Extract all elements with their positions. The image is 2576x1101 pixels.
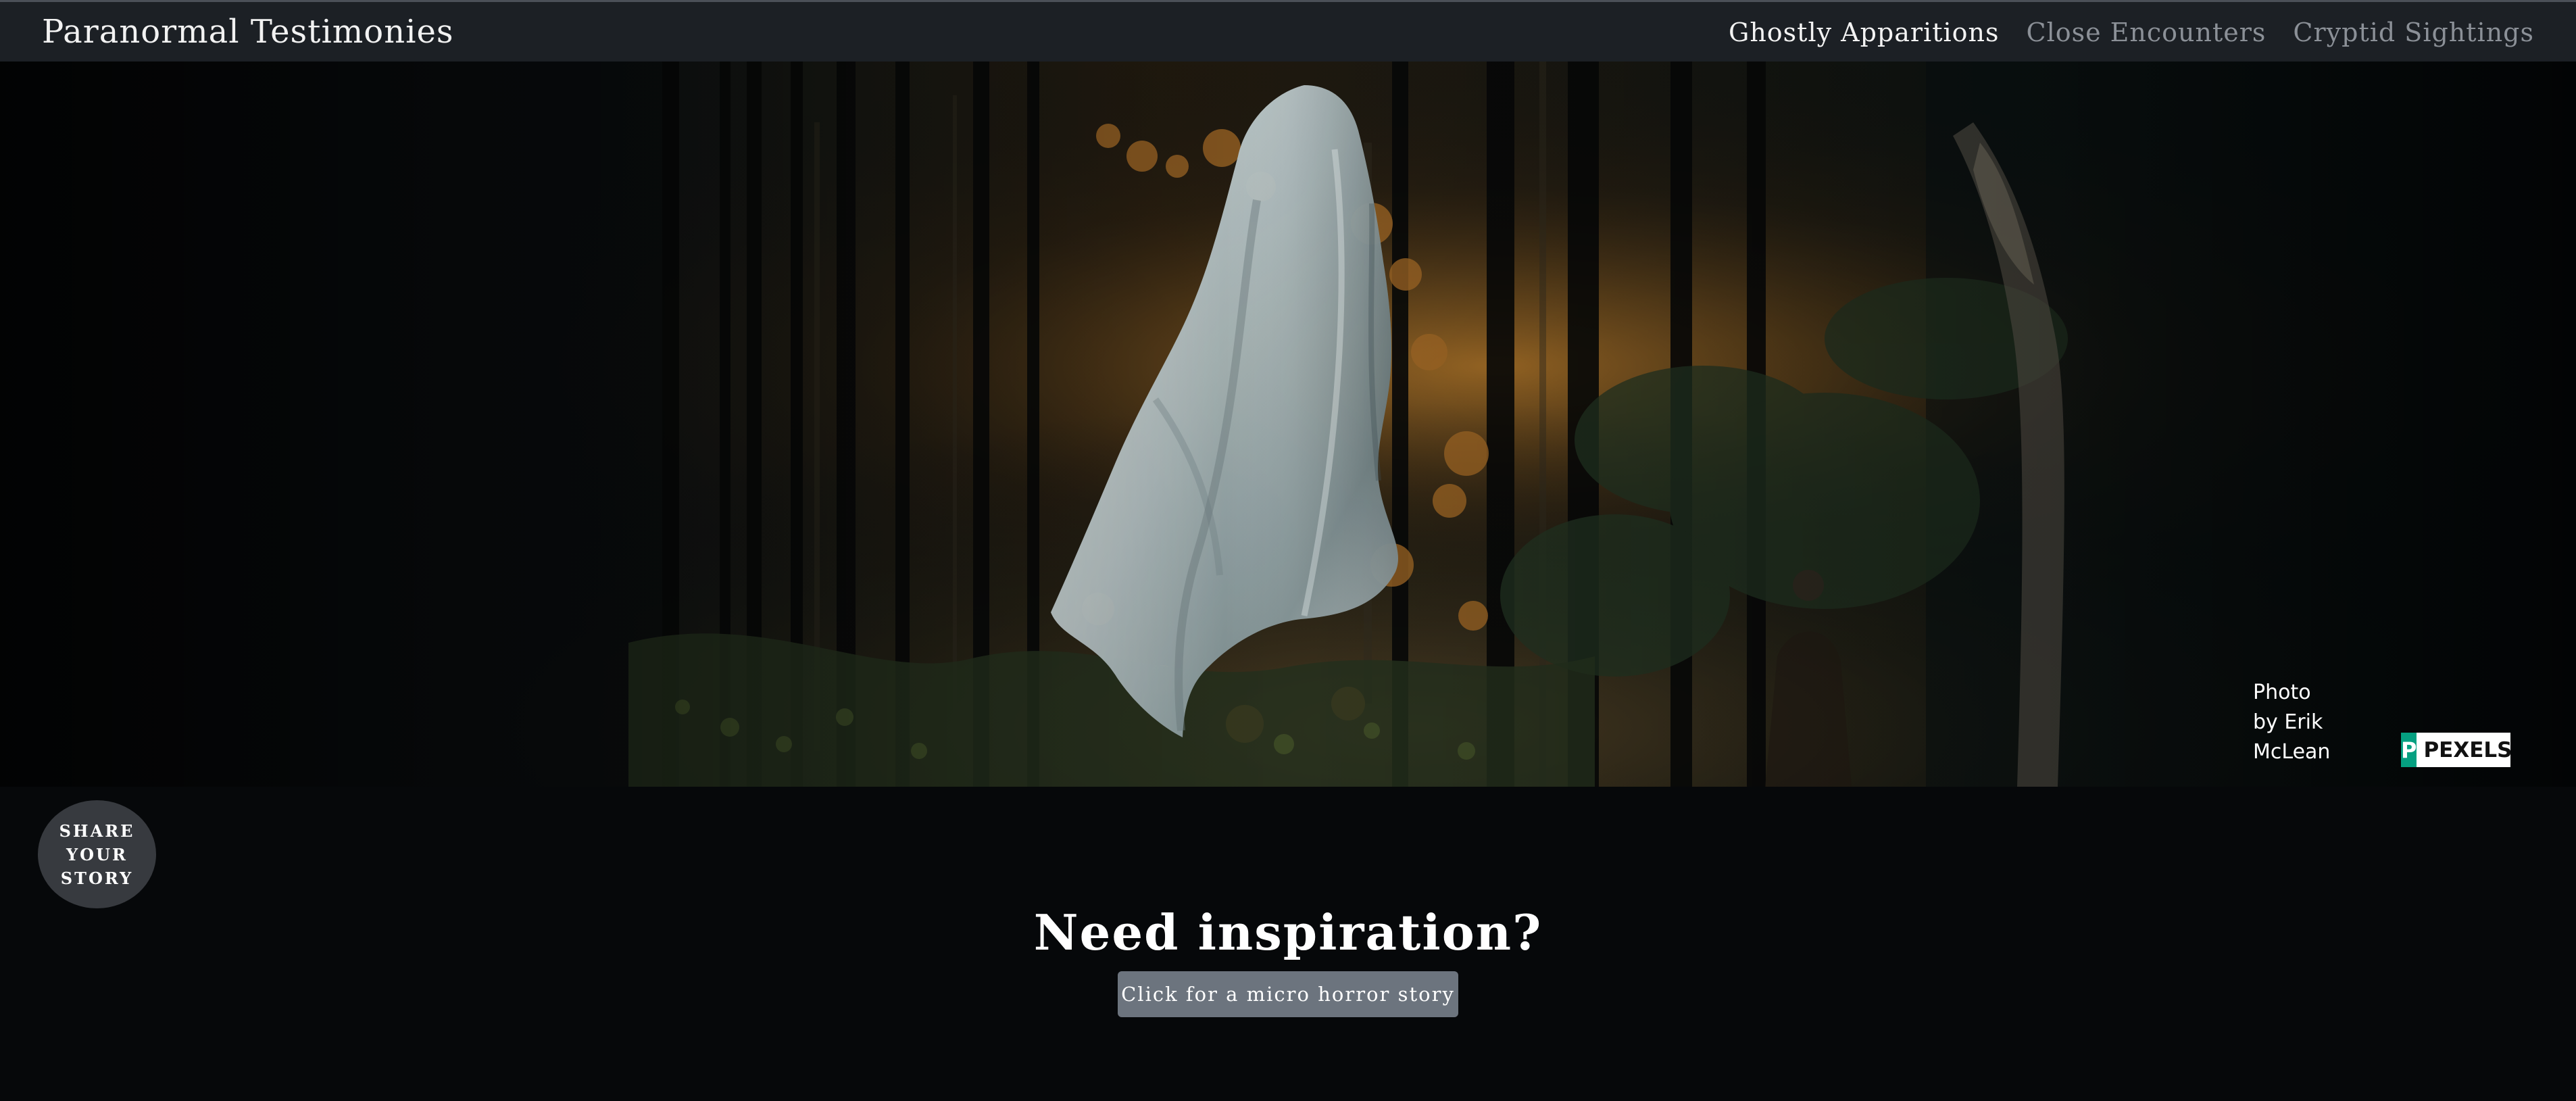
photo-credit: Photo by Erik McLean [2253, 678, 2368, 767]
top-navigation: Paranormal Testimonies Ghostly Apparitio… [0, 0, 2576, 62]
nav-links: Ghostly Apparitions Close Encounters Cry… [1729, 14, 2534, 51]
micro-horror-story-button[interactable]: Click for a micro horror story [1118, 971, 1458, 1017]
inspiration-heading: Need inspiration? [1033, 904, 1543, 961]
share-your-story-button[interactable]: SHARE YOUR STORY [38, 800, 156, 908]
site-title[interactable]: Paranormal Testimonies [42, 10, 454, 53]
ghost-forest-image [0, 62, 2576, 787]
photo-credit-line: Photo [2253, 681, 2311, 704]
nav-link-cryptid-sightings[interactable]: Cryptid Sightings [2293, 14, 2534, 51]
nav-link-ghostly-apparitions[interactable]: Ghostly Apparitions [1729, 14, 2000, 51]
photo-credit-line: by Erik [2253, 710, 2323, 734]
share-label-line: YOUR [66, 844, 128, 864]
hero-image: Photo by Erik McLean P PEXELS [0, 62, 2576, 787]
share-label-line: SHARE [59, 821, 135, 841]
nav-link-close-encounters[interactable]: Close Encounters [2027, 14, 2267, 51]
pexels-logo-link[interactable]: P PEXELS [2401, 733, 2512, 767]
pexels-icon: P [2401, 733, 2417, 767]
share-label-line: STORY [60, 868, 134, 888]
inspiration-section: Need inspiration? Click for a micro horr… [0, 896, 2576, 1017]
pexels-label: PEXELS [2423, 737, 2512, 762]
page: Paranormal Testimonies Ghostly Apparitio… [0, 0, 2576, 1101]
photo-credit-line: McLean [2253, 740, 2331, 764]
